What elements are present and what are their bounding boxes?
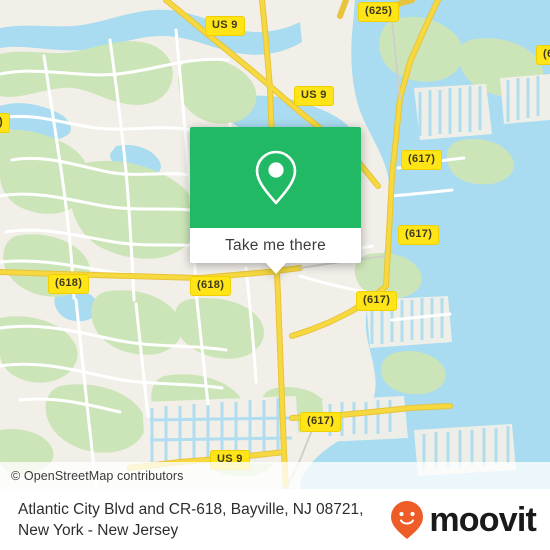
osm-attribution-text: © OpenStreetMap contributors: [11, 468, 184, 483]
location-callout-card[interactable]: Take me there: [190, 127, 361, 274]
callout-pointer-tail: [264, 262, 287, 274]
road-shield-618-east: (618): [190, 276, 232, 296]
take-me-there-button[interactable]: Take me there: [190, 228, 361, 263]
osm-attribution-bar: © OpenStreetMap contributors: [0, 462, 550, 489]
address-line-1: Atlantic City Blvd and CR-618, Bayville,…: [18, 500, 364, 518]
road-shield-618-west: (618): [48, 274, 90, 294]
take-me-there-label: Take me there: [225, 236, 326, 254]
road-shield-617-south: (617): [300, 412, 342, 432]
location-address: Atlantic City Blvd and CR-618, Bayville,…: [18, 499, 363, 541]
road-shield-us-9-mid: US 9: [294, 86, 334, 106]
moovit-wordmark: moovit: [429, 500, 536, 539]
moovit-logo[interactable]: moovit: [390, 500, 537, 540]
callout-header: [190, 127, 361, 228]
map-canvas[interactable]: US 9 (625) (6 US 9) (617) (617) (618) (618) (617…: [0, 0, 550, 489]
road-shield-625: (625): [358, 2, 400, 22]
road-shield-6-clipped-right: (6: [536, 45, 550, 65]
map-pin-icon: [255, 150, 296, 205]
road-shield-us-9-north: US 9: [205, 16, 245, 36]
address-line-2: New York - New Jersey: [18, 521, 179, 539]
moovit-pin-smiley-icon: [391, 500, 424, 539]
footer-bar: Atlantic City Blvd and CR-618, Bayville,…: [0, 489, 550, 550]
road-shield-617-lower: (617): [356, 291, 398, 311]
road-shield-617-mid: (617): [398, 225, 440, 245]
road-shield-617-upper: (617): [401, 150, 443, 170]
road-shield-clipped-left: ): [0, 113, 10, 133]
moovit-map-screenshot: US 9 (625) (6 US 9) (617) (617) (618) (618) (617…: [0, 0, 550, 550]
